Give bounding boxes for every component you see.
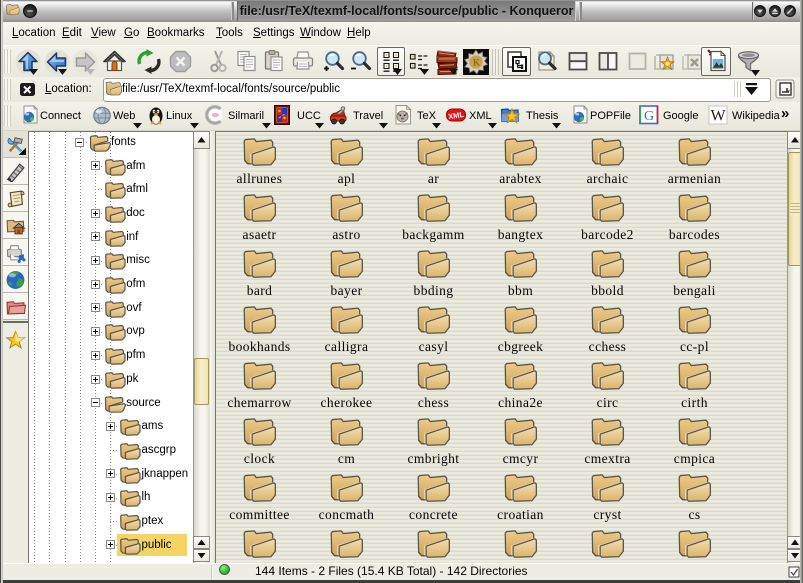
- svg-text:W: W: [710, 108, 726, 125]
- svg-text:K: K: [473, 58, 480, 68]
- svg-text:G: G: [644, 109, 654, 124]
